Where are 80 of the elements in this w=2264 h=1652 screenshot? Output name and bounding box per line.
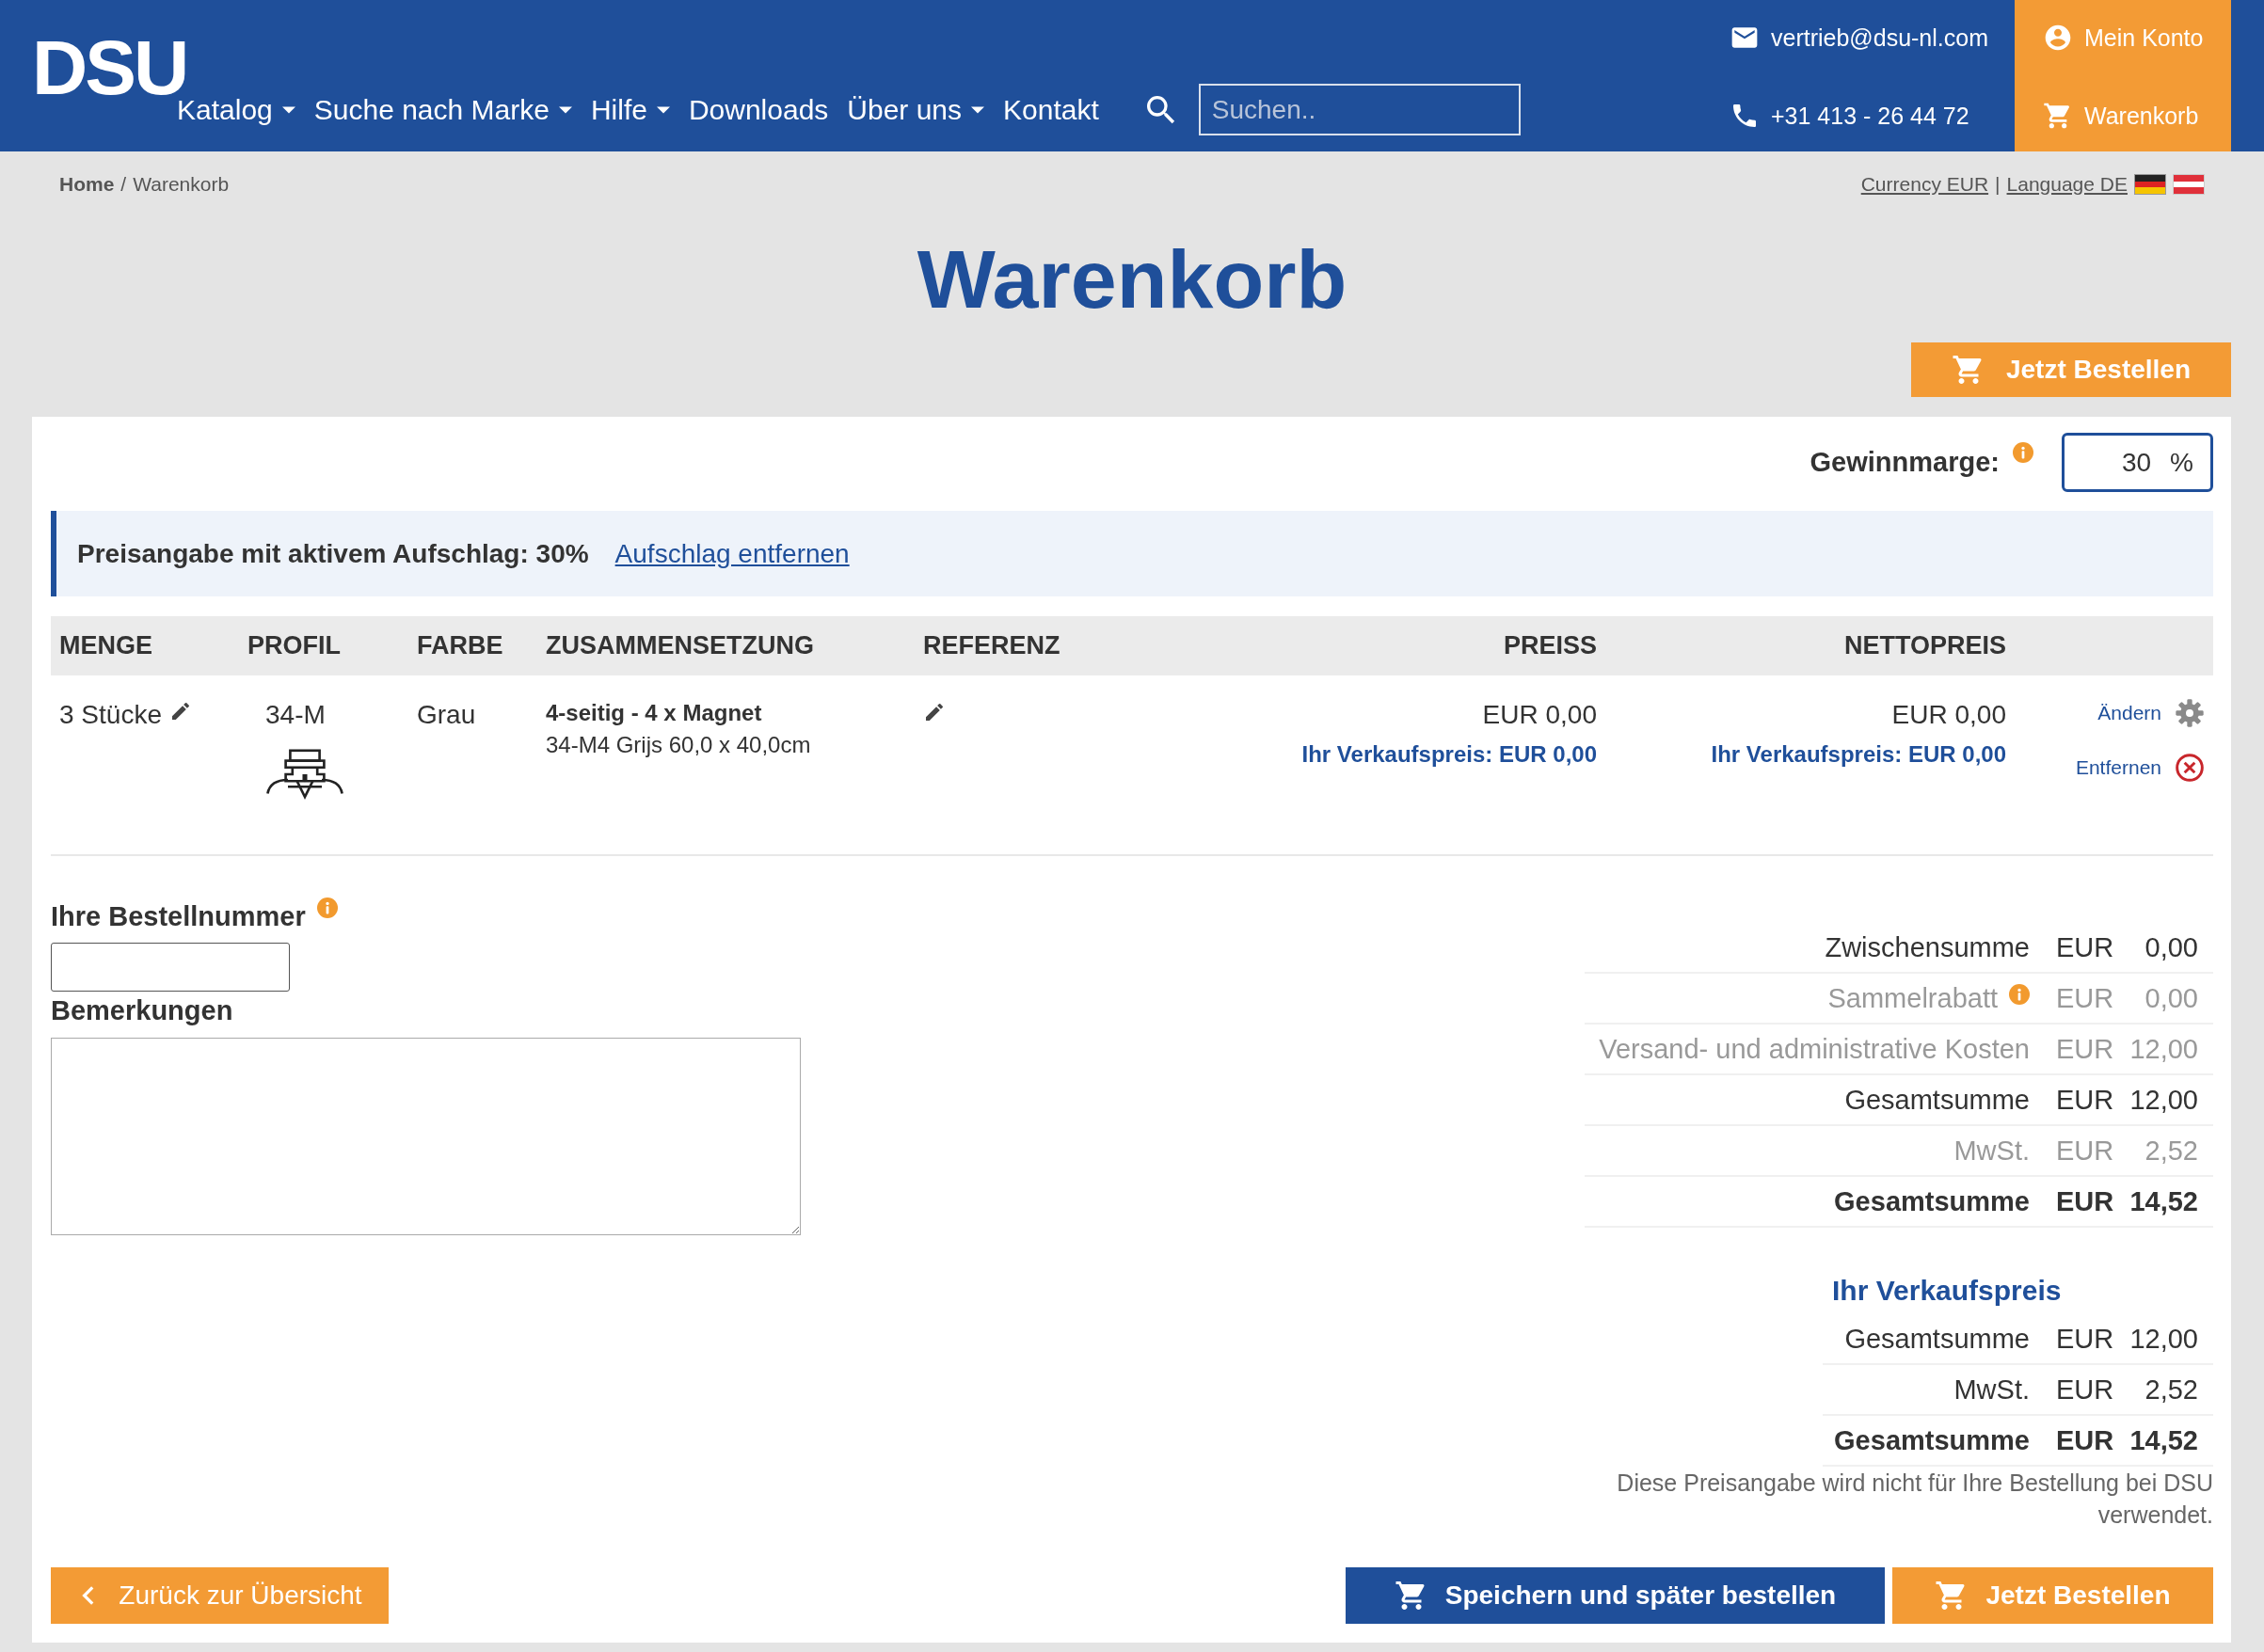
field-label: Ihre Bestellnummer (51, 900, 306, 932)
table-cell: EUR 0,00 (1482, 700, 1597, 730)
page-title: Warenkorb (917, 234, 1347, 326)
margin-field[interactable]: 30 % (2062, 433, 2213, 492)
sale-price: Ihr Verkaufspreis: EUR 0,00 (1711, 741, 2006, 768)
summary-label: Gesamtsumme (1844, 1323, 2030, 1355)
summary-amount: 14,52 (2129, 1185, 2198, 1216)
summary-amount: 0,00 (2144, 982, 2198, 1013)
column-header: NETTOPREIS (1843, 631, 2006, 659)
summary-amount: 12,00 (2129, 1323, 2198, 1354)
summary-label: Gesamtsumme (1834, 1185, 2030, 1217)
summary-label: Sammelrabatt (1827, 982, 1998, 1014)
nav-link[interactable]: Suche nach Marke (313, 93, 572, 126)
nav-link[interactable]: Hilfe (590, 93, 670, 126)
composition-title: 4-seitig - 4 x Magnet (546, 700, 763, 726)
summary-label: Zwischensumme (1825, 931, 2030, 963)
summary-label: Versand- und administrative Kosten (1599, 1033, 2030, 1065)
nav-link[interactable]: Über uns (847, 93, 985, 126)
currency-code: EUR (2056, 1424, 2114, 1455)
info-icon (2013, 442, 2033, 463)
sale-price: Ihr Verkaufspreis: EUR 0,00 (1301, 741, 1597, 768)
price-note: Diese Preisangabe wird nicht für Ihre Bestellung bei DSU verwendet. (1616, 1469, 2213, 1530)
save-button[interactable]: Speichern und später bestellen (1346, 1567, 1885, 1624)
summary-amount: 12,00 (2129, 1084, 2198, 1115)
table-cell: 3 Stücke (59, 700, 162, 730)
notice-text: Preisangabe mit aktivem Aufschlag: 30% (77, 538, 589, 569)
composition-detail: 34-M4 Grijs 60,0 x 40,0cm (546, 732, 812, 758)
gear-icon (2175, 698, 2205, 728)
breadcrumb-current: Warenkorb (133, 172, 230, 196)
column-header: ZUSAMMENSETZUNG (546, 631, 814, 659)
summary-amount: 2,52 (2144, 1135, 2198, 1166)
summary-label: MwSt. (1953, 1135, 2030, 1167)
breadcrumb-separator: / (120, 172, 127, 196)
remove-markup-link[interactable]: Aufschlag entfernen (614, 538, 850, 569)
sale-heading: Ihr Verkaufspreis (1832, 1275, 2062, 1306)
table-cell: EUR 0,00 (1891, 700, 2006, 730)
column-header: PREISS (1503, 631, 1597, 659)
summary-label: Gesamtsumme (1834, 1424, 2030, 1456)
nav-link[interactable]: Katalog (177, 93, 295, 126)
summary-amount: 2,52 (2144, 1374, 2198, 1405)
table-cell: Grau (417, 700, 476, 729)
margin-label: Gewinnmarge: (1810, 447, 2000, 478)
order-number-field[interactable] (51, 943, 290, 992)
info-icon (316, 897, 338, 918)
flag-icon (2173, 173, 2205, 195)
column-header: PROFIL (247, 631, 341, 659)
currency-code: EUR (2056, 1374, 2114, 1405)
pencil-icon (923, 701, 946, 723)
field-label: Bemerkungen (51, 994, 233, 1026)
user-icon (2043, 23, 2073, 53)
flag-icon (2134, 173, 2166, 195)
currency-code: EUR (2056, 1135, 2114, 1166)
nav-link[interactable]: Downloads (688, 93, 829, 126)
email-link[interactable]: vertrieb@dsu-nl.com (1771, 24, 1988, 52)
phone-link[interactable]: +31 413 - 26 44 72 (1771, 102, 1969, 130)
currency-code: EUR (2056, 982, 2114, 1013)
column-header: MENGE (59, 631, 152, 659)
summary-label: Gesamtsumme (1844, 1084, 2030, 1116)
currency-code: EUR (2056, 1033, 2114, 1064)
currency-code: EUR (2056, 1323, 2114, 1354)
remove-icon (2175, 753, 2205, 783)
edit-link[interactable]: Ändern (2097, 702, 2161, 724)
summary-amount: 0,00 (2144, 931, 2198, 962)
summary-amount: 14,52 (2129, 1424, 2198, 1455)
table-cell: 34-M (265, 700, 326, 730)
language-link[interactable]: Language DE (2006, 172, 2128, 196)
currency-code: EUR (2056, 1185, 2114, 1216)
column-header: REFERENZ (923, 631, 1060, 659)
summary-label: MwSt. (1953, 1374, 2030, 1406)
summary-amount: 12,00 (2129, 1033, 2198, 1064)
currency-code: EUR (2056, 931, 2114, 962)
search-field[interactable]: Suchen.. (1198, 84, 1521, 135)
breadcrumb-link[interactable]: Home (59, 172, 115, 196)
column-header: FARBE (417, 631, 503, 659)
nav-link[interactable]: Kontakt (1003, 93, 1099, 126)
link-separator: | (1995, 172, 2001, 196)
currency-code: EUR (2056, 1084, 2114, 1115)
remove-link[interactable]: Entfernen (2075, 756, 2161, 779)
remarks-field[interactable] (51, 1038, 801, 1235)
currency-link[interactable]: Currency EUR (1860, 172, 1989, 196)
